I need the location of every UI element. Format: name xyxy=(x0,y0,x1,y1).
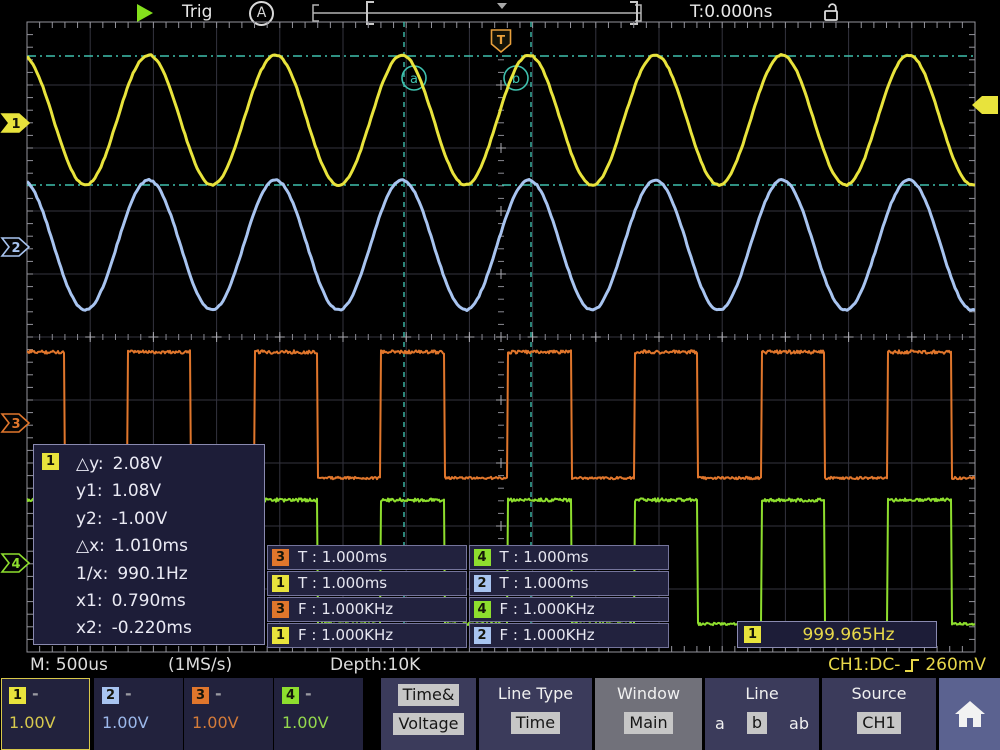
auto-measure-panel: 3T : 1.000ms 4T : 1.000ms 1T : 1.000ms 2… xyxy=(267,545,669,648)
channel-1-badge: 1 xyxy=(42,453,59,470)
measure-cell: 2F : 1.000KHz xyxy=(469,623,669,648)
channel-4-scale: 1.00V xyxy=(282,713,362,732)
line-type-button[interactable]: Line Type Time xyxy=(479,678,592,750)
channel-1-box[interactable]: 1- 1.00V xyxy=(1,678,90,750)
channel-1-scale: 1.00V xyxy=(9,713,89,732)
frequency-value: 999.965Hz xyxy=(761,625,936,645)
cursor-type-button[interactable]: Time& Voltage xyxy=(381,678,476,750)
measure-cell: 4F : 1.000KHz xyxy=(469,597,669,622)
svg-text:4: 4 xyxy=(11,557,20,572)
line-option-a[interactable]: a xyxy=(715,714,725,733)
rising-edge-icon xyxy=(904,657,921,674)
cursor-row-y1: y1:1.08V xyxy=(76,478,192,505)
measure-cell: 3F : 1.000KHz xyxy=(267,597,467,622)
line-option-b[interactable]: b xyxy=(747,712,767,734)
trigger-settings-readout: CH1:DC- 260mV xyxy=(828,655,986,675)
svg-text:T: T xyxy=(497,33,506,47)
channel-4-box[interactable]: 4- 1.00V xyxy=(274,678,363,750)
measure-cell: 1F : 1.000KHz xyxy=(267,623,467,648)
line-option-ab[interactable]: ab xyxy=(789,714,809,733)
measure-cell: 2T : 1.000ms xyxy=(469,571,669,596)
svg-text:2: 2 xyxy=(11,241,20,256)
cursor-row-1overx: 1/x:990.1Hz xyxy=(76,561,192,588)
measure-cell: 1T : 1.000ms xyxy=(267,571,467,596)
channel-3-box[interactable]: 3- 1.00V xyxy=(184,678,273,750)
source-button[interactable]: Source CH1 xyxy=(822,678,936,750)
home-icon xyxy=(953,699,987,729)
measure-cell: 3T : 1.000ms xyxy=(267,545,467,570)
measure-cell: 4T : 1.000ms xyxy=(469,545,669,570)
status-bar: M: 500us (1MS/s) Depth:10K CH1:DC- 260mV xyxy=(0,652,1000,678)
frequency-counter: 1 999.965Hz xyxy=(737,621,937,648)
line-select-button[interactable]: Line a b ab xyxy=(705,678,819,750)
svg-text:3: 3 xyxy=(11,417,20,432)
window-button[interactable]: Window Main xyxy=(595,678,702,750)
home-button[interactable] xyxy=(939,678,1000,750)
cursor-row-x1: x1:0.790ms xyxy=(76,588,192,615)
sample-rate-readout: (1MS/s) xyxy=(168,655,232,675)
oscilloscope-screen: abT1234 Trig A T:0.000ns 1 △y:2.08V y1:1… xyxy=(0,0,1000,750)
timebase-readout: M: 500us xyxy=(30,655,108,675)
cursor-row-y2: y2:-1.00V xyxy=(76,506,192,533)
cursor-row-dy: △y:2.08V xyxy=(76,451,192,478)
bottom-menu-bar: 1- 1.00V 2- 1.00V 3- 1.00V 4- 1.00V Time… xyxy=(0,678,1000,750)
channel-2-box[interactable]: 2- 1.00V xyxy=(94,678,183,750)
cursor-row-dx: △x:1.010ms xyxy=(76,533,192,560)
svg-text:1: 1 xyxy=(11,117,20,132)
channel-3-scale: 1.00V xyxy=(192,713,272,732)
channel-1-badge: 1 xyxy=(744,626,761,643)
memory-depth-readout: Depth:10K xyxy=(330,655,420,675)
cursor-measure-panel: 1 △y:2.08V y1:1.08V y2:-1.00V △x:1.010ms… xyxy=(33,444,265,645)
cursor-row-x2: x2:-0.220ms xyxy=(76,615,192,642)
channel-2-scale: 1.00V xyxy=(102,713,182,732)
